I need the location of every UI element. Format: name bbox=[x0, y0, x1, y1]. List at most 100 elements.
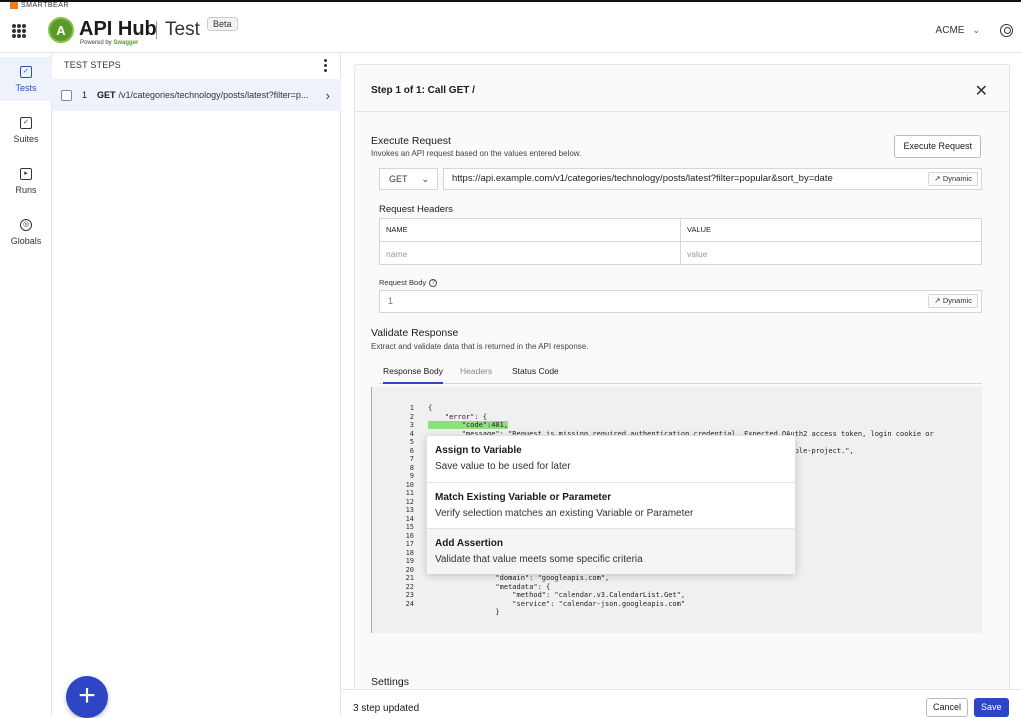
powered-prefix: Powered by bbox=[80, 40, 112, 46]
menu-item-title: Assign to Variable bbox=[435, 445, 522, 456]
link-icon: ↗ bbox=[934, 296, 941, 305]
tab-headers[interactable]: Headers bbox=[460, 366, 492, 384]
code-line: 2 "error": { bbox=[394, 413, 934, 422]
code-text: "service": "calendar-json.googleapis.com… bbox=[428, 599, 686, 608]
line-number: 20 bbox=[405, 565, 414, 574]
footer-bar: 3 step updated Cancel Save bbox=[341, 689, 1021, 717]
line-number: 12 bbox=[405, 497, 414, 506]
dynamic-label: Dynamic bbox=[942, 174, 972, 183]
suites-icon: ✓ bbox=[20, 116, 32, 129]
header-value-input[interactable]: value bbox=[687, 243, 707, 265]
step-path: /v1/categories/technology/posts/latest?f… bbox=[118, 90, 309, 100]
rail-item-runs[interactable]: ▸ Runs bbox=[0, 159, 52, 203]
request-body-label: Request Body bbox=[379, 278, 427, 287]
code-text: "error": { bbox=[428, 412, 488, 421]
response-tabs: Response Body Headers Status Code bbox=[379, 363, 982, 384]
code-text: "metadata": { bbox=[428, 582, 551, 591]
table-row: name value bbox=[380, 243, 981, 265]
tab-status-code[interactable]: Status Code bbox=[512, 366, 559, 384]
code-text: { bbox=[428, 404, 433, 412]
column-header-value: VALUE bbox=[687, 225, 712, 234]
rail-item-label: Globals bbox=[10, 235, 42, 246]
code-line: 1{ bbox=[394, 404, 934, 413]
code-text: "method": "calendar.v3.CalendarList.Get"… bbox=[428, 591, 686, 599]
execute-request-subtitle: Invokes an API request based on the valu… bbox=[371, 149, 582, 158]
method-value: GET bbox=[389, 174, 408, 184]
line-number: 23 bbox=[405, 591, 414, 599]
close-icon[interactable]: ✕ bbox=[975, 81, 988, 101]
powered-brand: Swagger bbox=[113, 40, 139, 46]
code-line: 21 "domain": "googleapis.com", bbox=[394, 574, 934, 583]
request-body-input[interactable]: 1 ↗ Dynamic bbox=[379, 290, 982, 313]
menu-item-desc: Verify selection matches an existing Var… bbox=[435, 508, 694, 519]
rail-item-tests[interactable]: ✓ Tests bbox=[0, 57, 52, 101]
menu-item-match-variable[interactable]: Match Existing Variable or Parameter Ver… bbox=[427, 482, 795, 528]
code-line: 22 "metadata": { bbox=[394, 583, 934, 592]
settings-title: Settings bbox=[371, 676, 409, 688]
validate-response-subtitle: Extract and validate data that is return… bbox=[371, 342, 589, 351]
rail-item-label: Runs bbox=[15, 184, 37, 195]
step-editor-card: Step 1 of 1: Call GET / ✕ Execute Reques… bbox=[354, 64, 1010, 694]
code-text: } bbox=[428, 608, 500, 616]
execute-request-button[interactable]: Execute Request bbox=[894, 135, 981, 158]
url-input[interactable]: https://api.example.com/v1/categories/te… bbox=[443, 168, 982, 190]
chevron-right-icon[interactable]: › bbox=[326, 88, 330, 103]
cancel-button[interactable]: Cancel bbox=[926, 698, 969, 717]
card-divider bbox=[355, 111, 1009, 112]
test-steps-heading: TEST STEPS bbox=[64, 60, 121, 70]
line-number: 3 bbox=[409, 421, 414, 429]
step-checkbox[interactable] bbox=[61, 89, 72, 101]
rail-item-label: Suites bbox=[13, 133, 39, 144]
line-number: 14 bbox=[405, 514, 414, 523]
code-text: "domain": "googleapis.com", bbox=[428, 574, 610, 582]
help-icon[interactable]: ? bbox=[429, 278, 438, 287]
globe-icon: ◎ bbox=[20, 218, 32, 231]
menu-item-desc: Save value to be used for later bbox=[435, 461, 571, 472]
menu-item-assign-variable[interactable]: Assign to Variable Save value to be used… bbox=[427, 436, 795, 482]
more-options-icon[interactable] bbox=[324, 59, 328, 72]
line-number: 15 bbox=[405, 523, 414, 531]
header-divider bbox=[156, 21, 157, 39]
app-header: A API Hub Powered by Swagger Test Beta A… bbox=[0, 8, 1021, 53]
line-number: 19 bbox=[405, 557, 414, 565]
line-number: 21 bbox=[405, 574, 414, 582]
code-line: 24 "service": "calendar-json.googleapis.… bbox=[394, 600, 934, 609]
menu-item-title: Add Assertion bbox=[435, 538, 503, 549]
rail-item-globals[interactable]: ◎ Globals bbox=[0, 210, 52, 254]
code-text: "code":401, bbox=[428, 421, 509, 429]
product-name: Test bbox=[165, 19, 200, 40]
url-value: https://api.example.com/v1/categories/te… bbox=[452, 173, 833, 184]
chart-icon: ✓ bbox=[20, 65, 32, 78]
validate-response-title: Validate Response bbox=[371, 327, 459, 339]
dynamic-toggle[interactable]: ↗ Dynamic bbox=[928, 172, 978, 186]
request-headers-title: Request Headers bbox=[379, 204, 453, 215]
runs-icon: ▸ bbox=[20, 167, 32, 180]
app-grid-icon[interactable] bbox=[12, 24, 26, 38]
header-name-input[interactable]: name bbox=[386, 243, 407, 265]
line-number: 18 bbox=[405, 548, 414, 557]
line-number: 4 bbox=[409, 429, 414, 438]
line-number: 13 bbox=[405, 506, 414, 514]
line-number: 9 bbox=[409, 472, 414, 480]
rail-item-suites[interactable]: ✓ Suites bbox=[0, 108, 52, 152]
user-icon[interactable] bbox=[1000, 24, 1013, 37]
status-text: 3 step updated bbox=[353, 703, 420, 714]
app-name: API Hub bbox=[79, 18, 157, 40]
step-row[interactable]: 1 GET /v1/categories/technology/posts/la… bbox=[52, 79, 341, 111]
code-line: } bbox=[394, 608, 934, 617]
tab-response-body[interactable]: Response Body bbox=[383, 366, 444, 384]
method-select[interactable]: GET ⌄ bbox=[379, 168, 438, 190]
powered-by: Powered by Swagger bbox=[80, 40, 138, 46]
add-step-button[interactable]: + bbox=[66, 676, 108, 718]
org-switcher[interactable]: ACME ⌄ bbox=[936, 25, 980, 36]
dynamic-toggle[interactable]: ↗ Dynamic bbox=[928, 294, 978, 308]
line-number: 10 bbox=[405, 480, 414, 489]
line-number: 11 bbox=[405, 489, 414, 497]
save-button[interactable]: Save bbox=[974, 698, 1009, 717]
menu-item-add-assertion[interactable]: Add Assertion Validate that value meets … bbox=[427, 528, 795, 574]
menu-item-desc: Validate that value meets some specific … bbox=[435, 554, 643, 565]
request-body-title: Request Body? bbox=[379, 278, 438, 287]
column-header-name: NAME bbox=[386, 225, 408, 234]
api-hub-logo-icon: A bbox=[48, 17, 74, 43]
line-number: 5 bbox=[409, 438, 414, 446]
